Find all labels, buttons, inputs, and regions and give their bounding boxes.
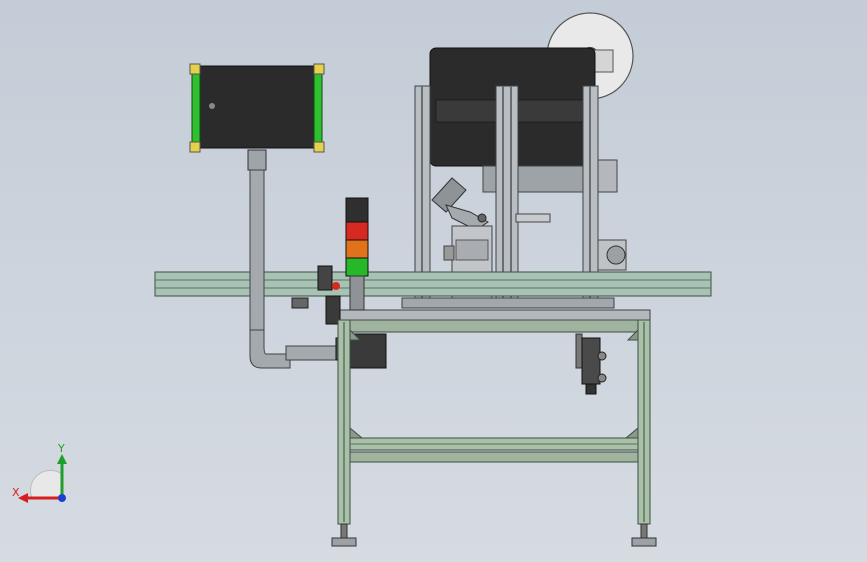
conveyor-rail[interactable]: [154, 271, 712, 297]
y-axis-label: Y: [57, 442, 65, 455]
machine-model[interactable]: [0, 0, 867, 562]
side-block[interactable]: [596, 159, 618, 193]
coordinate-triad-icon: Y X: [12, 442, 67, 503]
x-axis-label: X: [12, 486, 20, 499]
table-apron[interactable]: [343, 319, 645, 333]
leveling-feet[interactable]: [331, 523, 657, 547]
z-axis-dot: [58, 494, 66, 502]
enclosure-support-arm[interactable]: [247, 149, 337, 369]
applicator-base-plate[interactable]: [401, 297, 615, 309]
pneumatic-regulator[interactable]: [575, 333, 607, 395]
right-motor[interactable]: [597, 239, 627, 271]
table-top[interactable]: [337, 309, 651, 321]
control-enclosure[interactable]: [189, 63, 325, 153]
cad-viewport[interactable]: Y X: [0, 0, 867, 562]
